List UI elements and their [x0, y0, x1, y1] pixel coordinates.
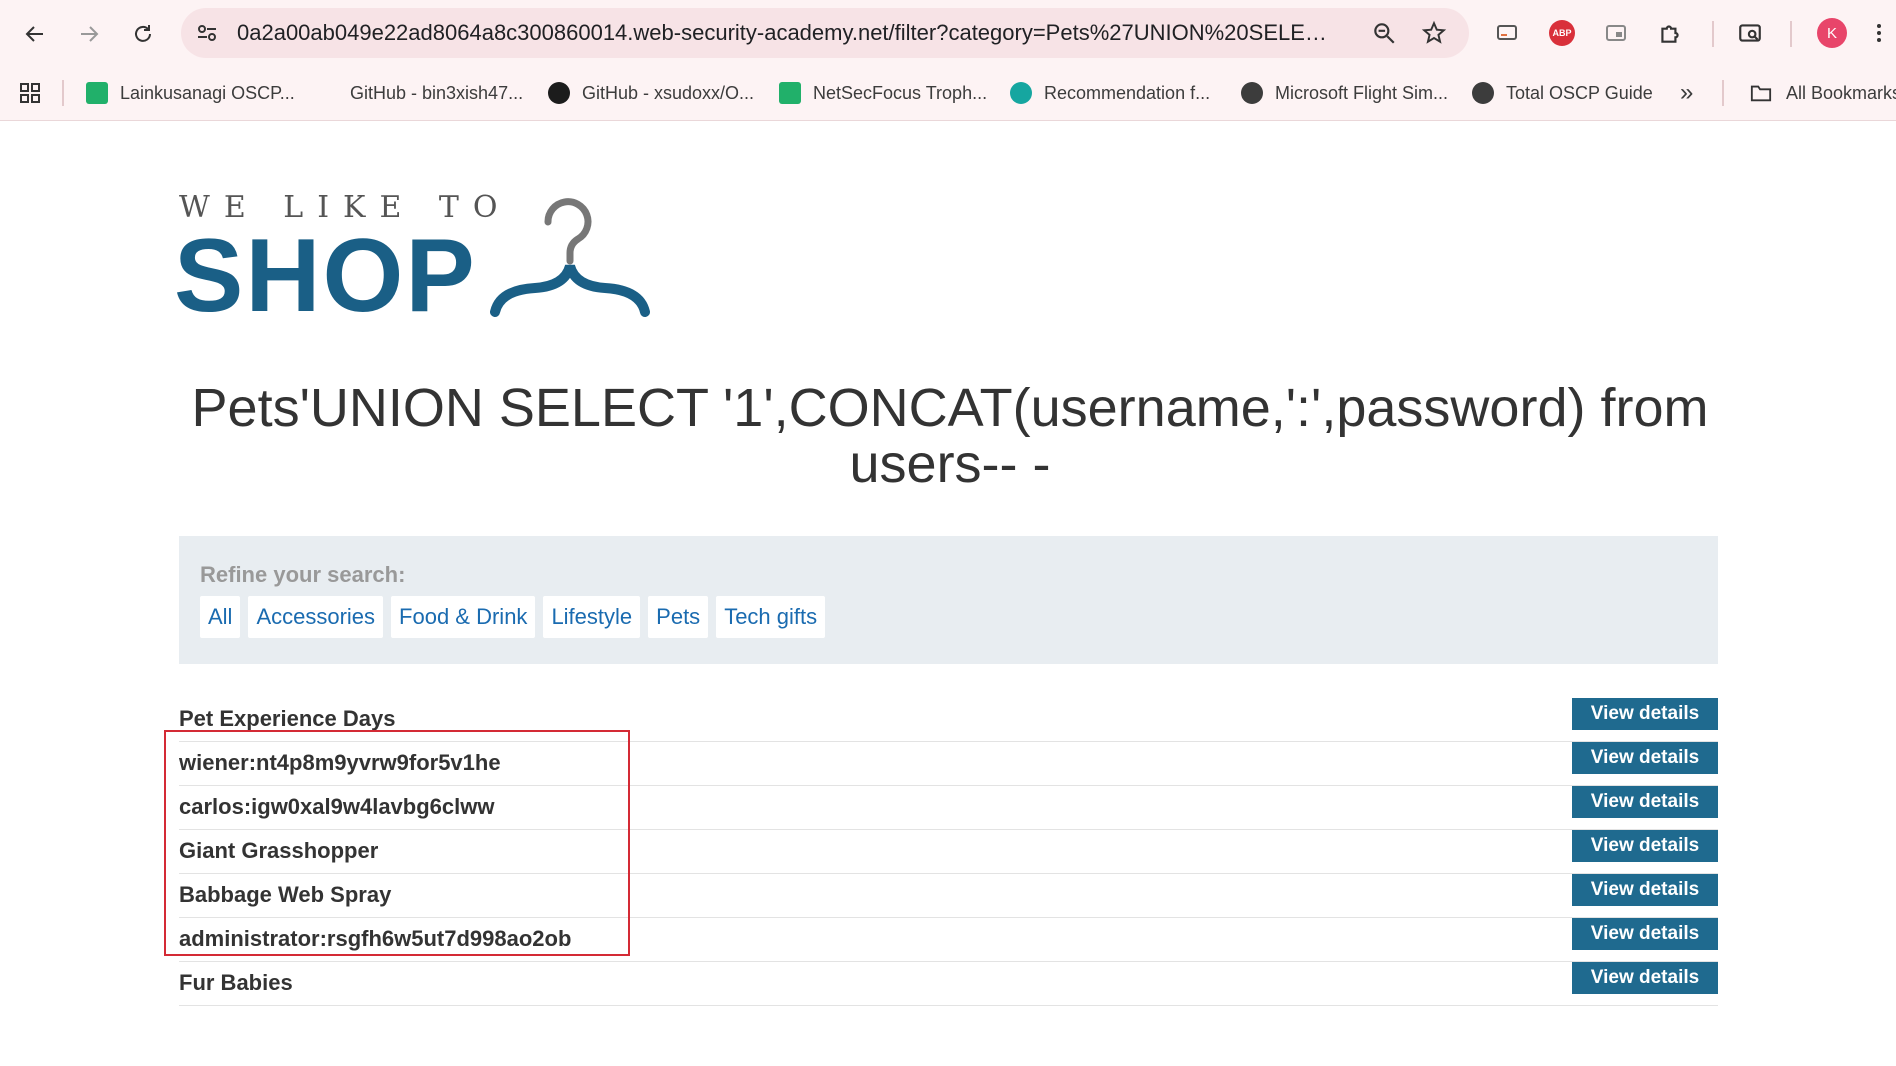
hanger-icon — [490, 198, 650, 317]
reading-list-icon[interactable] — [1733, 16, 1767, 50]
toolbar-divider — [1712, 21, 1714, 47]
view-details-button[interactable]: View details — [1572, 874, 1718, 906]
bookmark-item[interactable]: Microsoft Flight Sim... — [1241, 78, 1448, 108]
filter-label: Refine your search: — [200, 562, 406, 587]
table-row: administrator:rsgfh6w5ut7d998ao2ob View … — [179, 918, 1718, 962]
more-bookmarks-button[interactable]: » — [1680, 78, 1693, 108]
cast-extension-icon[interactable] — [1490, 16, 1524, 50]
picture-in-picture-icon[interactable] — [1599, 16, 1633, 50]
product-name: Giant Grasshopper — [179, 838, 379, 863]
github-icon — [548, 82, 570, 104]
view-details-button[interactable]: View details — [1572, 830, 1718, 862]
product-name: Fur Babies — [179, 970, 293, 995]
product-name: administrator:rsgfh6w5ut7d998ao2ob — [179, 926, 572, 951]
nsf-icon — [1010, 82, 1032, 104]
product-name: Pet Experience Days — [179, 706, 396, 731]
logo-shop-word: SHOP — [174, 218, 477, 334]
zoom-icon[interactable] — [1371, 20, 1397, 46]
table-row: Fur Babies View details — [179, 962, 1718, 1006]
bookmark-item[interactable]: Lainkusanagi OSCP... — [86, 78, 295, 108]
site-settings-icon[interactable] — [195, 21, 219, 45]
forward-arrow-icon — [81, 26, 99, 42]
profile-initial: K — [1817, 18, 1847, 48]
filter-food-drink[interactable]: Food & Drink — [391, 596, 536, 638]
bookmarks-divider — [62, 80, 64, 106]
toolbar-divider — [1790, 21, 1792, 47]
bookmark-label: Recommendation f... — [1044, 82, 1211, 103]
view-details-button[interactable]: View details — [1572, 698, 1718, 730]
bookmark-item[interactable]: Total OSCP Guide — [1472, 78, 1653, 108]
green-square-icon — [86, 82, 108, 104]
abp-label: ABP — [1549, 20, 1575, 46]
filter-panel: Refine your search: All Accessories Food… — [179, 536, 1718, 664]
product-table: Pet Experience Days View details wiener:… — [179, 698, 1718, 1006]
bookmarks-divider — [1722, 80, 1724, 106]
bookmark-label: Microsoft Flight Sim... — [1275, 82, 1449, 103]
table-row: Pet Experience Days View details — [179, 698, 1718, 742]
url-text[interactable]: 0a2a00ab049e22ad8064a8c300860014.web-sec… — [237, 20, 1337, 46]
browser-menu-icon[interactable] — [1866, 16, 1892, 50]
adblock-extension-icon[interactable]: ABP — [1545, 16, 1579, 50]
view-details-button[interactable]: View details — [1572, 962, 1718, 994]
bookmark-item[interactable]: GitHub - xsudoxx/O... — [548, 78, 754, 108]
bookmark-item[interactable]: NetSecFocus Troph... — [779, 78, 987, 108]
filter-list: All Accessories Food & Drink Lifestyle P… — [200, 596, 833, 638]
product-name: wiener:nt4p8m9yvrw9for5v1he — [179, 750, 501, 775]
bookmark-star-icon[interactable] — [1421, 20, 1447, 46]
all-bookmarks-button[interactable]: All Bookmarks — [1748, 78, 1896, 108]
folder-icon — [1750, 85, 1772, 102]
filter-accessories[interactable]: Accessories — [248, 596, 384, 638]
table-row: wiener:nt4p8m9yvrw9for5v1he View details — [179, 742, 1718, 786]
filter-tech-gifts[interactable]: Tech gifts — [716, 596, 826, 638]
globe-icon — [1472, 82, 1494, 104]
browser-toolbar: 0a2a00ab049e22ad8064a8c300860014.web-sec… — [0, 0, 1896, 66]
all-bookmarks-label: All Bookmarks — [1786, 82, 1896, 103]
address-bar[interactable]: 0a2a00ab049e22ad8064a8c300860014.web-sec… — [181, 8, 1469, 58]
bookmark-label: GitHub - xsudoxx/O... — [582, 82, 755, 103]
bookmarks-bar: Lainkusanagi OSCP... GitHub - bin3xish47… — [0, 66, 1896, 121]
filter-all[interactable]: All — [200, 596, 241, 638]
globe-icon — [1241, 82, 1263, 104]
view-details-button[interactable]: View details — [1572, 742, 1718, 774]
profile-avatar[interactable]: K — [1815, 16, 1849, 50]
view-details-button[interactable]: View details — [1572, 918, 1718, 950]
extensions-puzzle-icon[interactable] — [1653, 16, 1687, 50]
back-button[interactable] — [14, 13, 56, 55]
green-square-icon — [779, 82, 801, 104]
filter-lifestyle[interactable]: Lifestyle — [543, 596, 641, 638]
forward-button[interactable] — [68, 13, 110, 55]
reload-icon — [135, 25, 151, 42]
bookmark-label: Lainkusanagi OSCP... — [120, 82, 295, 103]
reload-button[interactable] — [122, 13, 164, 55]
table-row: Giant Grasshopper View details — [179, 830, 1718, 874]
bookmark-label: NetSecFocus Troph... — [813, 82, 988, 103]
bookmark-label: GitHub - bin3xish47... — [350, 82, 524, 103]
back-arrow-icon — [25, 26, 43, 42]
product-name: carlos:igw0xal9w4lavbg6clww — [179, 794, 495, 819]
view-details-button[interactable]: View details — [1572, 786, 1718, 818]
filter-pets[interactable]: Pets — [648, 596, 709, 638]
apps-grid-icon[interactable] — [18, 78, 42, 108]
product-name: Babbage Web Spray — [179, 882, 392, 907]
bookmark-label: Total OSCP Guide — [1506, 82, 1653, 103]
blank-icon — [316, 82, 338, 104]
bookmark-item[interactable]: GitHub - bin3xish47... — [316, 78, 523, 108]
bookmark-item[interactable]: Recommendation f... — [1010, 78, 1210, 108]
table-row: carlos:igw0xal9w4lavbg6clww View details — [179, 786, 1718, 830]
page-title: Pets'UNION SELECT '1',CONCAT(username,':… — [191, 378, 1709, 494]
table-row: Babbage Web Spray View details — [179, 874, 1718, 918]
